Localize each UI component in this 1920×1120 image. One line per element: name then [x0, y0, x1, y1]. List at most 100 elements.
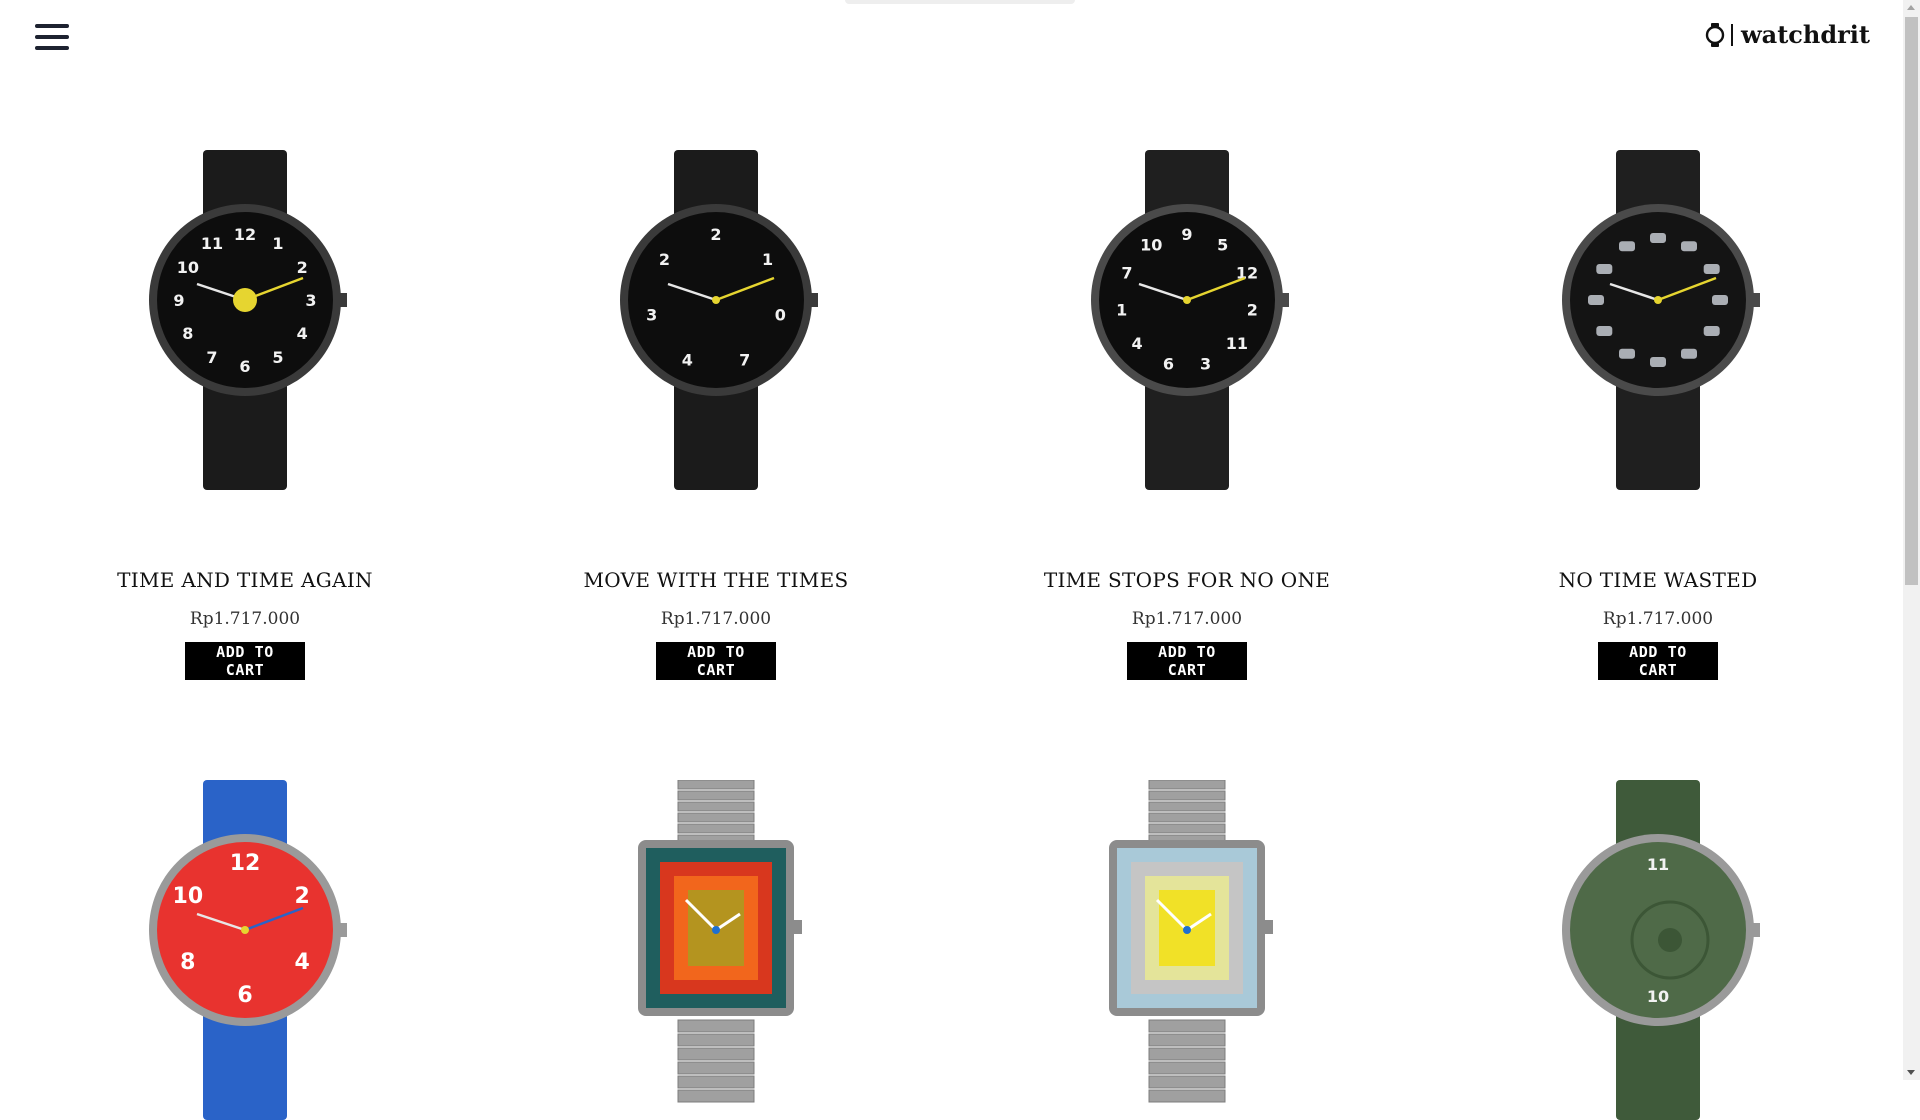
product-image[interactable]: 11 10: [1423, 780, 1893, 1120]
bracelet-link: [677, 1033, 755, 1047]
dial-numeral: 2: [1247, 300, 1258, 319]
product-image[interactable]: [952, 780, 1422, 1120]
bracelet-link: [1148, 1033, 1226, 1047]
bracelet-link: [1148, 790, 1226, 801]
bracelet-link: [1148, 1089, 1226, 1103]
product-image[interactable]: 12 1 2 3 4 5 6 7 8 9 10 11: [10, 150, 480, 490]
watch-crown: [1279, 293, 1289, 307]
dial-numeral: 10: [1647, 987, 1669, 1006]
dial-numeral: 10: [177, 258, 199, 277]
watch-illustration: 95122113641710: [1091, 150, 1289, 490]
product-image[interactable]: 9 5 12 2 11 3 6 4 1 7 10: [952, 150, 1422, 490]
watch-illustration: [638, 780, 802, 1103]
logo-divider: [1731, 23, 1733, 46]
blurred-hour-marker: [1703, 264, 1720, 274]
product-image[interactable]: [481, 780, 951, 1120]
dial-numeral: 5: [272, 348, 283, 367]
bracelet-link: [677, 1089, 755, 1103]
dial-numeral: 5: [1217, 235, 1228, 254]
watch-crown: [808, 293, 818, 307]
watch-crown: [337, 923, 347, 937]
hand-pivot: [1654, 296, 1662, 304]
logo-text: watchdrit: [1741, 20, 1870, 49]
dial-numeral: 6: [237, 983, 252, 1008]
dial-numeral: 8: [182, 324, 193, 343]
dial-numeral: 4: [297, 324, 308, 343]
disc-center: [1658, 928, 1682, 952]
dial-numeral: 2: [659, 250, 670, 269]
watch-illustration: 11 10: [1562, 780, 1760, 1120]
dial-numeral: 7: [206, 348, 217, 367]
dial-numeral: 4: [682, 350, 693, 369]
bracelet-link: [1148, 1019, 1226, 1033]
dial-numeral: 10: [1140, 235, 1162, 254]
bracelet-link: [1148, 812, 1226, 823]
dial-numeral: 1: [1116, 300, 1127, 319]
watch-illustration: 12 12 3 45 6 78 9 1011: [149, 150, 347, 490]
dial-numeral: 11: [201, 234, 223, 253]
hamburger-menu-icon[interactable]: [35, 22, 69, 52]
watch-illustration: 12 2 4 6 8 10: [149, 780, 347, 1120]
hand-pivot: [712, 926, 720, 934]
dial-numeral: 7: [739, 350, 750, 369]
add-to-cart-button[interactable]: ADD TO CART: [1598, 642, 1718, 680]
blurred-hour-marker: [1681, 241, 1697, 252]
dial-numeral: 3: [305, 291, 316, 310]
scroll-down-arrow-icon[interactable]: [1907, 1070, 1915, 1075]
add-to-cart-button[interactable]: ADD TO CART: [656, 642, 776, 680]
product-title[interactable]: NO TIME WASTED: [1423, 568, 1893, 592]
dial-numeral: 6: [239, 357, 250, 376]
bracelet-link: [677, 801, 755, 812]
dial-numeral: 3: [646, 306, 657, 325]
yellow-center-disc: [233, 288, 257, 312]
dial-numeral: 12: [234, 225, 256, 244]
dial-numeral: 2: [710, 225, 721, 244]
watch-illustration: [1109, 780, 1273, 1103]
hand-pivot: [241, 926, 249, 934]
dial-numeral: 1: [762, 250, 773, 269]
blurred-hour-marker: [1712, 295, 1728, 305]
dial-numeral: 9: [1181, 225, 1192, 244]
product-title[interactable]: TIME AND TIME AGAIN: [10, 568, 480, 592]
dial-numeral: 12: [230, 851, 261, 876]
watch-crown: [794, 920, 802, 934]
product-title[interactable]: MOVE WITH THE TIMES: [481, 568, 951, 592]
bracelet-link: [1148, 801, 1226, 812]
add-to-cart-button[interactable]: ADD TO CART: [1127, 642, 1247, 680]
product-price: Rp1.717.000: [660, 609, 772, 629]
dial-numeral: 6: [1163, 354, 1174, 373]
bracelet-link: [1148, 1047, 1226, 1061]
dial-numeral: 10: [173, 884, 204, 909]
bracelet-link: [677, 1019, 755, 1033]
scrollbar-thumb[interactable]: [1905, 17, 1918, 585]
product-title[interactable]: TIME STOPS FOR NO ONE: [952, 568, 1422, 592]
bracelet-link: [677, 1075, 755, 1089]
bracelet-link: [677, 812, 755, 823]
watch-illustration: [1562, 150, 1760, 490]
dial-numeral: 1: [272, 234, 283, 253]
product-price: Rp1.717.000: [1131, 609, 1243, 629]
watch-crown: [1750, 923, 1760, 937]
product-image[interactable]: 12 2 4 6 8 10: [10, 780, 480, 1120]
scrollbar[interactable]: [1903, 0, 1920, 1080]
bracelet-link: [677, 1061, 755, 1075]
bracelet-link: [1148, 780, 1226, 790]
product-image[interactable]: 2107432: [481, 150, 951, 490]
bracelet-link: [1148, 1075, 1226, 1089]
watch-crown: [1750, 293, 1760, 307]
blurred-hour-marker: [1619, 348, 1635, 359]
blurred-hour-marker: [1650, 357, 1666, 367]
scroll-up-arrow-icon[interactable]: [1907, 5, 1915, 10]
site-logo[interactable]: watchdrit: [1705, 20, 1870, 49]
product-image[interactable]: [1423, 150, 1893, 490]
top-drag-tab: [845, 0, 1075, 4]
blurred-hour-marker: [1588, 295, 1604, 305]
hand-pivot: [1183, 296, 1191, 304]
add-to-cart-button[interactable]: ADD TO CART: [185, 642, 305, 680]
bracelet-link: [1148, 1061, 1226, 1075]
product-price: Rp1.717.000: [189, 609, 301, 629]
blurred-hour-marker: [1681, 348, 1697, 359]
watch-crown: [1265, 920, 1273, 934]
dial-numeral: 2: [295, 884, 310, 909]
watch-crown: [337, 293, 347, 307]
